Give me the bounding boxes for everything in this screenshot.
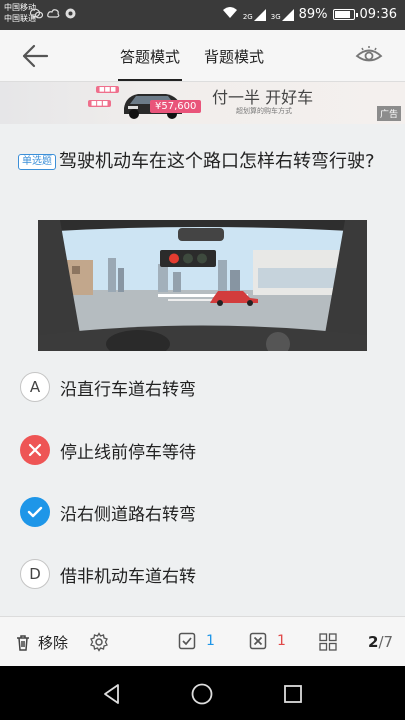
clock: 09:36	[359, 7, 397, 22]
ad-banner[interactable]: ■■■ ■■■ ¥57,600 付一半 开好车 超划算的购车方式 广告	[0, 82, 405, 124]
gear-icon	[90, 632, 108, 652]
wrong-count: 1	[277, 633, 286, 649]
wrong-count-button[interactable]: 1	[249, 632, 286, 650]
option-text-c: 沿右侧道路右转弯	[60, 504, 196, 525]
system-nav-bar	[0, 666, 405, 720]
option-text-b: 停止线前停车等待	[60, 442, 196, 463]
wechat-icon	[29, 7, 44, 20]
arrow-left-icon	[22, 44, 49, 68]
notification-icons	[29, 7, 77, 20]
signal-2g-label: 2G	[242, 12, 253, 21]
question-progress[interactable]: 2/7	[368, 633, 393, 651]
ad-subline: 超划算的购车方式	[236, 107, 292, 115]
grid-icon	[319, 633, 337, 651]
ad-badge: 广告	[376, 106, 401, 121]
option-text-a: 沿直行车道右转弯	[60, 379, 196, 400]
square-recents-icon	[284, 685, 302, 703]
checkbox-check-icon	[178, 632, 196, 650]
ad-tag: ■■■	[96, 86, 120, 93]
app-bar: 答题模式 背题模式	[0, 30, 405, 82]
eye-button[interactable]	[355, 45, 383, 65]
screen: 中国移动 中国联通 2G 3G 89% 09:36 答题模式 背题模式 ■■■ …	[0, 0, 405, 720]
progress-current: 2	[368, 633, 379, 651]
option-text-d: 借非机动车道右转	[60, 566, 196, 587]
option-d[interactable]: D 借非机动车道右转	[20, 557, 196, 591]
notification-icon	[64, 7, 77, 20]
ad-background	[0, 82, 405, 124]
progress-total: /7	[378, 633, 394, 651]
circle-home-icon	[191, 683, 213, 705]
option-a[interactable]: A 沿直行车道右转弯	[20, 370, 196, 404]
question-type-badge: 单选题	[18, 154, 56, 170]
mode-tabs: 答题模式 背题模式	[118, 44, 266, 81]
status-bar: 中国移动 中国联通 2G 3G 89% 09:36	[0, 0, 405, 30]
correct-count-button[interactable]: 1	[178, 632, 215, 650]
signal-2g-icon: 2G	[242, 8, 266, 21]
nav-recents-button[interactable]	[281, 682, 305, 706]
correct-answer-icon	[20, 497, 50, 527]
signal-3g-label: 3G	[270, 12, 281, 21]
settings-button[interactable]	[89, 632, 109, 652]
question: 单选题 驾驶机动车在这个路口怎样右转弯行驶?	[18, 148, 388, 175]
eye-icon	[355, 46, 383, 62]
ad-headline: 付一半 开好车	[212, 88, 314, 107]
nav-home-button[interactable]	[190, 682, 214, 706]
option-marker-d: D	[20, 559, 50, 589]
ad-tag: ■■■	[88, 100, 112, 107]
ad-price: ¥57,600	[150, 100, 202, 113]
remove-label: 移除	[38, 634, 69, 652]
correct-count: 1	[206, 633, 215, 649]
checkbox-cross-icon	[249, 632, 267, 650]
question-image	[38, 220, 367, 351]
remove-button[interactable]: 移除	[14, 632, 68, 653]
wifi-icon	[222, 6, 238, 23]
nav-back-button[interactable]	[100, 682, 124, 706]
triangle-back-icon	[104, 684, 119, 704]
tab-answer-mode[interactable]: 答题模式	[118, 44, 183, 81]
grid-button[interactable]	[319, 633, 337, 651]
option-c[interactable]: 沿右侧道路右转弯	[20, 495, 196, 529]
status-right: 2G 3G 89% 09:36	[222, 6, 397, 23]
tab-memorize-mode[interactable]: 背题模式	[202, 44, 266, 73]
question-text: 驾驶机动车在这个路口怎样右转弯行驶?	[59, 151, 375, 172]
trash-icon	[17, 634, 29, 651]
battery-icon	[332, 9, 358, 20]
back-button[interactable]	[20, 43, 50, 69]
signal-3g-icon: 3G	[270, 8, 294, 21]
bottom-toolbar: 移除 1 1 2/7	[0, 616, 405, 666]
battery-percent: 89%	[298, 7, 328, 22]
option-marker-a: A	[20, 372, 50, 402]
battery-fill	[334, 11, 350, 18]
cloud-icon	[47, 7, 60, 20]
wrong-answer-icon	[20, 435, 50, 465]
option-b[interactable]: 停止线前停车等待	[20, 433, 196, 467]
